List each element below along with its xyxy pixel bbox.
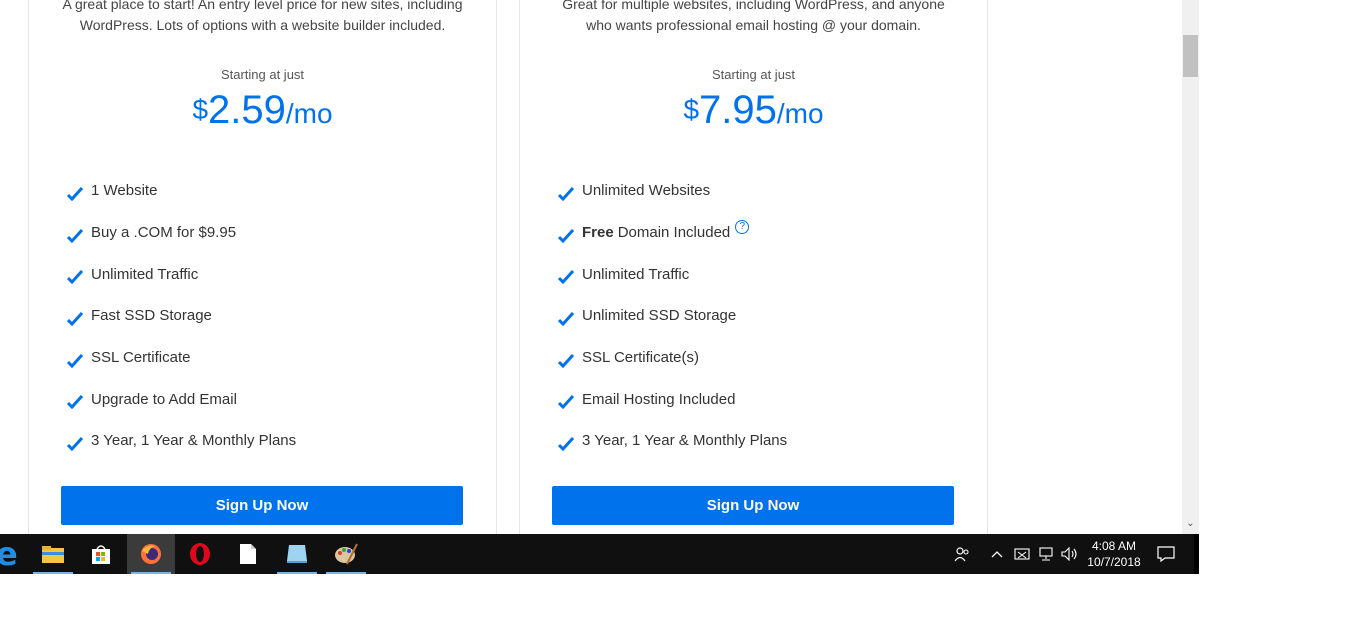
browser-viewport: A great place to start! An entry level p… bbox=[0, 0, 1182, 534]
keyboard-language-icon[interactable] bbox=[1012, 534, 1032, 574]
feature-item: 1 Website bbox=[67, 170, 296, 212]
action-center-icon[interactable] bbox=[1154, 534, 1178, 574]
plan-card-starter: A great place to start! An entry level p… bbox=[28, 0, 497, 534]
store-icon[interactable] bbox=[77, 534, 125, 574]
help-icon[interactable]: ? bbox=[735, 219, 750, 234]
paint-icon[interactable] bbox=[322, 534, 370, 574]
plan-card-unlimited: Great for multiple websites, including W… bbox=[519, 0, 988, 534]
feature-text: Email Hosting Included bbox=[582, 390, 736, 408]
app-icon[interactable] bbox=[273, 534, 321, 574]
sign-up-button[interactable]: Sign Up Now bbox=[552, 486, 954, 525]
network-icon[interactable] bbox=[1036, 534, 1056, 574]
vertical-scrollbar[interactable]: ⌄ bbox=[1182, 0, 1199, 534]
opera-icon[interactable] bbox=[176, 534, 224, 574]
price-period: /mo bbox=[776, 98, 824, 129]
notepad-icon[interactable] bbox=[224, 534, 272, 574]
check-icon bbox=[558, 395, 574, 410]
feature-text: Buy a .COM for $9.95 bbox=[91, 224, 237, 242]
feature-text: 1 Website bbox=[91, 182, 158, 200]
check-icon bbox=[558, 353, 574, 368]
feature-item: Email Hosting Included bbox=[558, 378, 787, 420]
starting-label: Starting at just bbox=[711, 67, 796, 82]
show-desktop-button[interactable] bbox=[1194, 534, 1199, 574]
windows-taskbar: e 4:08 AM 10/7/2018 bbox=[0, 534, 1199, 574]
feature-text: Unlimited SSD Storage bbox=[582, 307, 737, 325]
feature-list: Unlimited Websites Free Domain Included? … bbox=[558, 170, 787, 462]
edge-icon[interactable]: e bbox=[0, 535, 18, 573]
people-icon[interactable] bbox=[950, 534, 974, 574]
check-icon bbox=[558, 186, 574, 201]
check-icon bbox=[67, 395, 83, 410]
check-icon bbox=[67, 436, 83, 451]
plan-price: $2.59/mo bbox=[29, 88, 496, 133]
feature-item: SSL Certificate(s) bbox=[558, 337, 787, 379]
feature-item: Unlimited Traffic bbox=[558, 253, 787, 295]
feature-item: SSL Certificate bbox=[67, 337, 296, 379]
feature-list: 1 Website Buy a .COM for $9.95 Unlimited… bbox=[67, 170, 296, 462]
feature-item: Fast SSD Storage bbox=[67, 295, 296, 337]
feature-text: Unlimited Traffic bbox=[91, 265, 199, 283]
file-explorer-icon[interactable] bbox=[29, 534, 77, 574]
scroll-down-icon[interactable]: ⌄ bbox=[1182, 518, 1199, 532]
feature-item: Unlimited Traffic bbox=[67, 253, 296, 295]
check-icon bbox=[67, 228, 83, 243]
clock-time: 4:08 AM bbox=[1091, 539, 1137, 553]
feature-item: 3 Year, 1 Year & Monthly Plans bbox=[558, 420, 787, 462]
feature-item: Unlimited SSD Storage bbox=[558, 295, 787, 337]
feature-text: 3 Year, 1 Year & Monthly Plans bbox=[91, 432, 297, 450]
clock-date: 10/7/2018 bbox=[1087, 555, 1141, 569]
scrollbar-thumb[interactable] bbox=[1183, 35, 1198, 77]
volume-icon[interactable] bbox=[1060, 534, 1080, 574]
firefox-icon[interactable] bbox=[127, 534, 175, 574]
check-icon bbox=[558, 436, 574, 451]
check-icon bbox=[67, 186, 83, 201]
feature-item: 3 Year, 1 Year & Monthly Plans bbox=[67, 420, 296, 462]
feature-item: Buy a .COM for $9.95 bbox=[67, 212, 296, 254]
feature-item: Free Domain Included? bbox=[558, 212, 787, 254]
check-icon bbox=[67, 311, 83, 326]
check-icon bbox=[558, 228, 574, 243]
feature-text: Unlimited Websites bbox=[582, 182, 711, 200]
plan-description: Great for multiple websites, including W… bbox=[562, 0, 945, 33]
check-icon bbox=[558, 311, 574, 326]
starting-label: Starting at just bbox=[220, 67, 305, 82]
chevron-up-icon[interactable] bbox=[988, 534, 1006, 574]
feature-text: SSL Certificate bbox=[91, 349, 191, 367]
price-currency: $ bbox=[192, 94, 209, 125]
feature-text: SSL Certificate(s) bbox=[582, 349, 699, 367]
price-period: /mo bbox=[285, 98, 333, 129]
feature-text: Domain Included bbox=[617, 224, 731, 242]
check-icon bbox=[558, 270, 574, 285]
feature-text: 3 Year, 1 Year & Monthly Plans bbox=[582, 432, 788, 450]
feature-bold-text: Free bbox=[582, 224, 614, 242]
feature-text: Upgrade to Add Email bbox=[91, 390, 237, 408]
price-currency: $ bbox=[683, 94, 700, 125]
sign-up-button[interactable]: Sign Up Now bbox=[61, 486, 463, 525]
feature-text: Fast SSD Storage bbox=[91, 307, 212, 325]
system-clock[interactable]: 4:08 AM 10/7/2018 bbox=[1084, 538, 1144, 570]
feature-item: Unlimited Websites bbox=[558, 170, 787, 212]
plan-price: $7.95/mo bbox=[520, 88, 987, 133]
check-icon bbox=[67, 270, 83, 285]
price-amount: 7.95 bbox=[699, 88, 777, 132]
plan-description: A great place to start! An entry level p… bbox=[62, 0, 463, 33]
feature-text: Unlimited Traffic bbox=[582, 265, 690, 283]
feature-item: Upgrade to Add Email bbox=[67, 378, 296, 420]
price-amount: 2.59 bbox=[208, 88, 286, 132]
check-icon bbox=[67, 353, 83, 368]
